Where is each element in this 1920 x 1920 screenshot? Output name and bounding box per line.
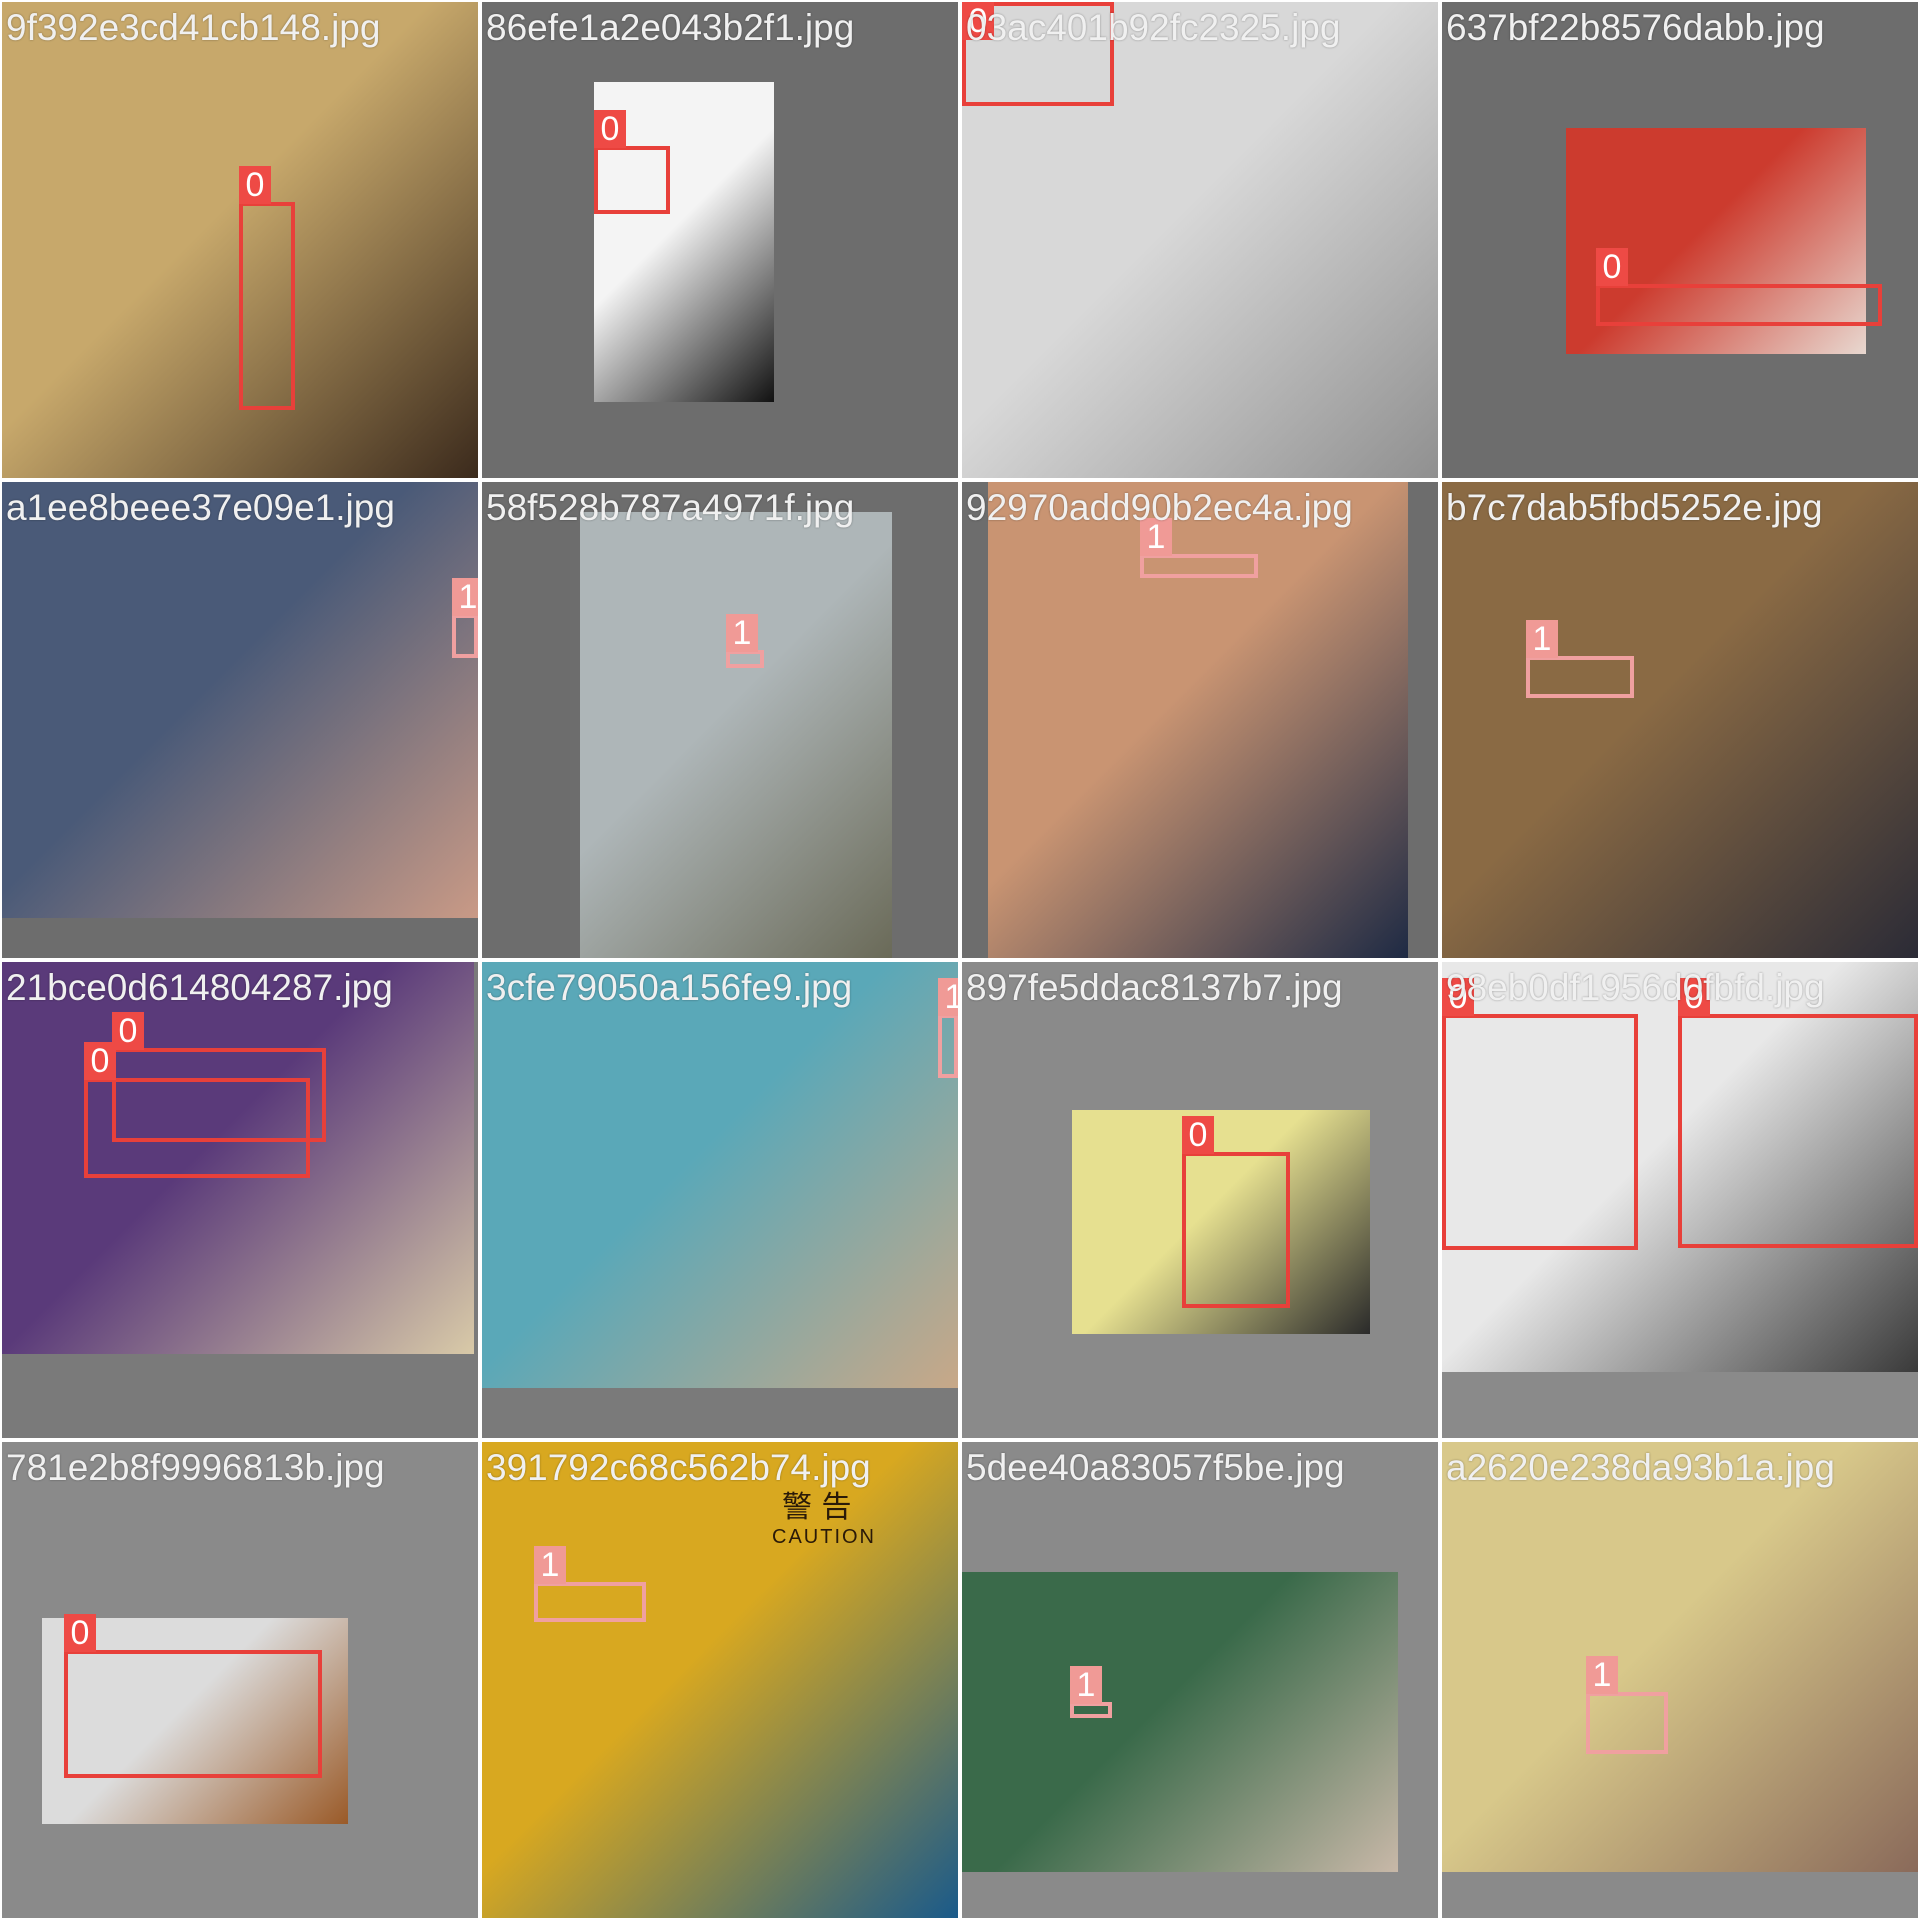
detection-label: 1: [1586, 1656, 1618, 1694]
detection-box[interactable]: 0: [1182, 1116, 1290, 1308]
detection-label: 0: [64, 1614, 96, 1652]
detection-label: 1: [534, 1546, 566, 1584]
tile-filename: 92970add90b2ec4a.jpg: [966, 487, 1353, 528]
tile-filename: 9f392e3cd41cb148.jpg: [6, 7, 381, 48]
image-tile[interactable]: 58f528b787a4971f.jpg 1: [482, 482, 958, 958]
image-tile[interactable]: 92970add90b2ec4a.jpg 1: [962, 482, 1438, 958]
image-tile[interactable]: a1ee8beee37e09e1.jpg 1: [2, 482, 478, 958]
detection-label: 0: [112, 1012, 144, 1050]
tile-filename: 03ac401b92fc2325.jpg: [966, 7, 1341, 48]
detection-box[interactable]: 1: [1526, 620, 1634, 698]
tile-filename: 781e2b8f9996813b.jpg: [6, 1447, 385, 1488]
detection-label: 1: [452, 578, 478, 616]
detection-label: 1: [938, 978, 958, 1016]
prediction-grid: 9f392e3cd41cb148.jpg 0 86efe1a2e043b2f1.jp…: [0, 0, 1920, 1920]
detection-box[interactable]: 1: [726, 614, 764, 668]
image-tile[interactable]: 637bf22b8576dabb.jpg 0: [1442, 2, 1918, 478]
tile-filename: 86efe1a2e043b2f1.jpg: [486, 7, 855, 48]
tile-filename: 3cfe79050a156fe9.jpg: [486, 967, 853, 1008]
detection-box[interactable]: 0: [1678, 978, 1918, 1248]
image-tile[interactable]: 21bce0d614804287.jpg 0 0: [2, 962, 478, 1438]
detection-box[interactable]: 1: [1586, 1656, 1668, 1754]
tile-photo: [1442, 482, 1918, 958]
tile-filename: a1ee8beee37e09e1.jpg: [6, 487, 395, 528]
image-tile[interactable]: 781e2b8f9996813b.jpg 0: [2, 1442, 478, 1918]
image-tile[interactable]: 86efe1a2e043b2f1.jpg 0: [482, 2, 958, 478]
detection-label: 1: [1526, 620, 1558, 658]
image-tile[interactable]: 897fe5ddac8137b7.jpg 0: [962, 962, 1438, 1438]
sign-caution: CAUTION: [772, 1526, 876, 1548]
detection-label: 1: [726, 614, 758, 652]
image-tile[interactable]: a2620e238da93b1a.jpg 1: [1442, 1442, 1918, 1918]
tile-filename: 637bf22b8576dabb.jpg: [1446, 7, 1825, 48]
detection-box[interactable]: 0: [84, 1042, 310, 1178]
detection-box[interactable]: 1: [1140, 518, 1258, 578]
tile-photo: 警 告 CAUTION: [482, 1442, 958, 1918]
detection-box[interactable]: 0: [1442, 978, 1638, 1250]
detection-label: 0: [594, 110, 626, 148]
detection-box[interactable]: 0: [594, 110, 670, 214]
detection-label: 1: [1070, 1666, 1102, 1704]
detection-box[interactable]: 0: [64, 1614, 322, 1778]
detection-label: 0: [239, 166, 271, 204]
image-tile[interactable]: 3cfe79050a156fe9.jpg 1: [482, 962, 958, 1438]
tile-filename: 21bce0d614804287.jpg: [6, 967, 393, 1008]
tile-filename: 58f528b787a4971f.jpg: [486, 487, 855, 528]
detection-box[interactable]: 0: [1596, 248, 1882, 326]
tile-photo: [580, 512, 892, 958]
detection-box[interactable]: 1: [534, 1546, 646, 1622]
detection-label: 0: [84, 1042, 116, 1080]
tile-photo: [2, 482, 478, 918]
tile-photo: [962, 1572, 1398, 1872]
image-tile[interactable]: 警 告 CAUTION 391792c68c562b74.jpg 1: [482, 1442, 958, 1918]
detection-label: 0: [1182, 1116, 1214, 1154]
tile-filename: a2620e238da93b1a.jpg: [1446, 1447, 1835, 1488]
image-tile[interactable]: b7c7dab5fbd5252e.jpg 1: [1442, 482, 1918, 958]
detection-box[interactable]: 1: [938, 978, 958, 1078]
tile-filename: 98eb0df1956d0fbfd.jpg: [1446, 967, 1825, 1008]
detection-label: 0: [1596, 248, 1628, 286]
image-tile[interactable]: 98eb0df1956d0fbfd.jpg 0 0: [1442, 962, 1918, 1438]
tile-filename: 391792c68c562b74.jpg: [486, 1447, 871, 1488]
tile-filename: 897fe5ddac8137b7.jpg: [966, 967, 1343, 1008]
detection-box[interactable]: 1: [452, 578, 478, 658]
tile-filename: b7c7dab5fbd5252e.jpg: [1446, 487, 1823, 528]
detection-box[interactable]: 0: [239, 166, 295, 410]
image-tile[interactable]: 9f392e3cd41cb148.jpg 0: [2, 2, 478, 478]
tile-photo: [482, 962, 958, 1388]
tile-filename: 5dee40a83057f5be.jpg: [966, 1447, 1345, 1488]
image-tile[interactable]: 5dee40a83057f5be.jpg 1: [962, 1442, 1438, 1918]
image-tile[interactable]: 03ac401b92fc2325.jpg 0: [962, 2, 1438, 478]
tile-photo: [1442, 1442, 1918, 1872]
detection-box[interactable]: 1: [1070, 1666, 1112, 1718]
